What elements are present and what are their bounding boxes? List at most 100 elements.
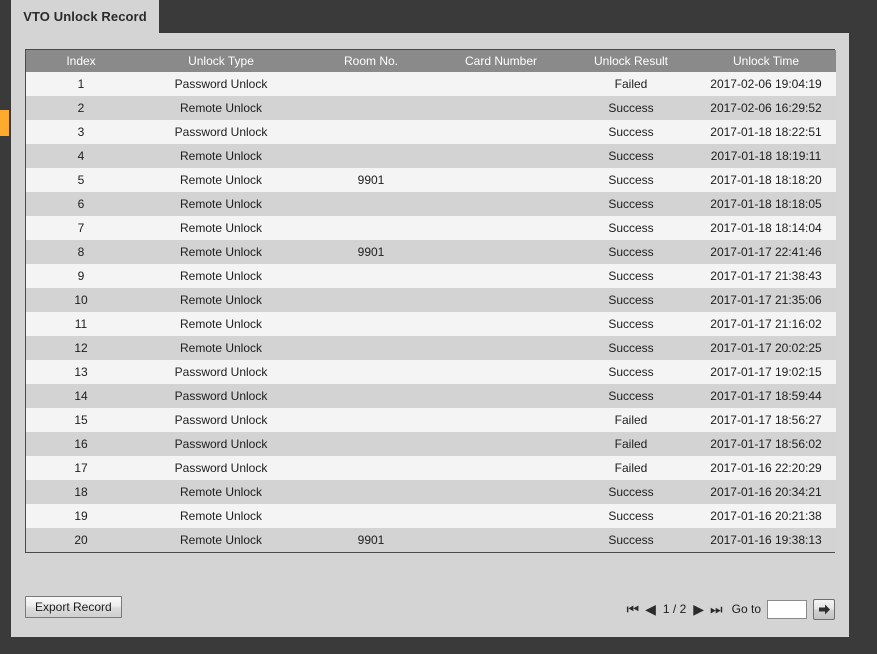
previous-page-icon[interactable]: ◀ — [645, 602, 656, 616]
cell-unlock-result: Failed — [614, 413, 648, 427]
goto-submit-button[interactable] — [813, 598, 835, 620]
table-row[interactable]: 17 Password Unlock Failed 2017-01-16 22:20:… — [26, 456, 836, 480]
first-page-icon[interactable]: ⏮ — [627, 602, 640, 616]
cell-room-no — [306, 456, 436, 480]
next-page-icon[interactable]: ▶ — [693, 602, 704, 616]
cell-unlock-type: Password Unlock — [174, 461, 268, 475]
cell-card-number — [436, 192, 566, 216]
cell-room-no — [306, 408, 436, 432]
export-record-button[interactable]: Export Record — [25, 596, 122, 618]
tab-vto-unlock-record[interactable]: VTO Unlock Record — [11, 0, 159, 33]
cell-unlock-result: Success — [608, 125, 654, 139]
cell-index: 15 — [74, 413, 88, 427]
cell-card-number — [436, 408, 566, 432]
left-edge-marker — [0, 110, 9, 136]
cell-unlock-time: 2017-01-17 18:56:02 — [710, 437, 822, 451]
cell-card-number — [436, 480, 566, 504]
goto-page-input[interactable] — [767, 599, 807, 619]
cell-room-no — [306, 192, 436, 216]
cell-unlock-time: 2017-01-16 22:20:29 — [710, 461, 822, 475]
table-row[interactable]: 2 Remote Unlock Success 2017-02-06 16:29:52 — [26, 96, 836, 120]
column-header-unlock-type[interactable]: Unlock Type — [136, 50, 306, 72]
table-row[interactable]: 1 Password Unlock Failed 2017-02-06 19:04:1… — [26, 72, 836, 96]
table-row[interactable]: 7 Remote Unlock Success 2017-01-18 18:14:04 — [26, 216, 836, 240]
cell-index: 13 — [74, 365, 88, 379]
cell-index: 18 — [74, 485, 88, 499]
cell-unlock-type: Remote Unlock — [179, 317, 263, 331]
cell-unlock-result: Success — [608, 509, 654, 523]
cell-unlock-result: Success — [608, 197, 654, 211]
cell-unlock-type: Password Unlock — [174, 413, 268, 427]
cell-card-number — [436, 288, 566, 312]
cell-unlock-type: Remote Unlock — [179, 485, 263, 499]
cell-card-number — [436, 432, 566, 456]
table-row[interactable]: 10 Remote Unlock Success 2017-01-17 21:35:0… — [26, 288, 836, 312]
last-page-icon[interactable]: ⏭ — [710, 602, 723, 616]
cell-unlock-time: 2017-01-18 18:18:20 — [710, 173, 822, 187]
cell-unlock-time: 2017-01-17 20:02:25 — [710, 341, 822, 355]
cell-unlock-time: 2017-01-16 20:21:38 — [710, 509, 822, 523]
column-header-room-no[interactable]: Room No. — [306, 50, 436, 72]
cell-index: 1 — [77, 77, 85, 91]
column-header-unlock-result[interactable]: Unlock Result — [566, 50, 696, 72]
cell-room-no — [306, 288, 436, 312]
cell-unlock-time: 2017-01-16 20:34:21 — [710, 485, 822, 499]
table-row[interactable]: 4 Remote Unlock Success 2017-01-18 18:19:11 — [26, 144, 836, 168]
cell-index: 7 — [77, 221, 85, 235]
cell-unlock-time: 2017-01-18 18:22:51 — [710, 125, 822, 139]
cell-card-number — [436, 120, 566, 144]
cell-index: 2 — [77, 101, 85, 115]
column-header-card-number[interactable]: Card Number — [436, 50, 566, 72]
cell-unlock-result: Success — [608, 317, 654, 331]
cell-index: 6 — [77, 197, 85, 211]
cell-index: 9 — [77, 269, 85, 283]
cell-index: 20 — [74, 533, 88, 547]
cell-unlock-result: Success — [608, 245, 654, 259]
table-row[interactable]: 11 Remote Unlock Success 2017-01-17 21:16:0… — [26, 312, 836, 336]
tab-label: VTO Unlock Record — [23, 9, 147, 24]
table-row[interactable]: 18 Remote Unlock Success 2017-01-16 20:34:2… — [26, 480, 836, 504]
table-row[interactable]: 3 Password Unlock Success 2017-01-18 18:22:… — [26, 120, 836, 144]
table-row[interactable]: 6 Remote Unlock Success 2017-01-18 18:18:05 — [26, 192, 836, 216]
cell-room-no — [306, 144, 436, 168]
cell-unlock-result: Success — [608, 101, 654, 115]
cell-card-number — [436, 240, 566, 264]
cell-unlock-time: 2017-01-17 21:16:02 — [710, 317, 822, 331]
cell-room-no — [306, 96, 436, 120]
table-row[interactable]: 8 Remote Unlock 9901 Success 2017-01-17 22:4… — [26, 240, 836, 264]
cell-unlock-type: Password Unlock — [174, 389, 268, 403]
table-row[interactable]: 14 Password Unlock Success 2017-01-17 18:59… — [26, 384, 836, 408]
cell-card-number — [436, 336, 566, 360]
table-row[interactable]: 16 Password Unlock Failed 2017-01-17 18:56:… — [26, 432, 836, 456]
cell-unlock-type: Remote Unlock — [179, 533, 263, 547]
column-header-index[interactable]: Index — [26, 50, 136, 72]
table-row[interactable]: 20 Remote Unlock 9901 Success 2017-01-16 19:… — [26, 528, 836, 552]
table-row[interactable]: 5 Remote Unlock 9901 Success 2017-01-18 18:1… — [26, 168, 836, 192]
cell-card-number — [436, 72, 566, 96]
cell-card-number — [436, 312, 566, 336]
table-row[interactable]: 13 Password Unlock Success 2017-01-17 19:02… — [26, 360, 836, 384]
cell-unlock-type: Remote Unlock — [179, 149, 263, 163]
pagination-controls: ⏮ ◀ 1 / 2 ▶ ⏭ Go to — [627, 595, 835, 623]
goto-label: Go to — [731, 602, 761, 616]
cell-unlock-result: Success — [608, 173, 654, 187]
cell-unlock-type: Remote Unlock — [179, 173, 263, 187]
cell-index: 11 — [74, 317, 88, 331]
table-row[interactable]: 15 Password Unlock Failed 2017-01-17 18:56:… — [26, 408, 836, 432]
cell-index: 19 — [74, 509, 88, 523]
cell-unlock-type: Remote Unlock — [179, 509, 263, 523]
cell-card-number — [436, 264, 566, 288]
cell-unlock-time: 2017-01-17 21:38:43 — [710, 269, 822, 283]
table-row[interactable]: 9 Remote Unlock Success 2017-01-17 21:38:43 — [26, 264, 836, 288]
cell-index: 14 — [74, 389, 88, 403]
cell-room-no — [306, 504, 436, 528]
table-row[interactable]: 12 Remote Unlock Success 2017-01-17 20:02:2… — [26, 336, 836, 360]
cell-unlock-result: Success — [608, 389, 654, 403]
cell-card-number — [436, 504, 566, 528]
application-window: VTO Unlock Record Index Unlock Type Room… — [0, 0, 877, 654]
cell-room-no: 9901 — [357, 245, 385, 259]
column-header-unlock-time[interactable]: Unlock Time — [696, 50, 836, 72]
table-row[interactable]: 19 Remote Unlock Success 2017-01-16 20:21:3… — [26, 504, 836, 528]
cell-unlock-time: 2017-01-18 18:14:04 — [710, 221, 822, 235]
cell-room-no: 9901 — [357, 533, 385, 547]
